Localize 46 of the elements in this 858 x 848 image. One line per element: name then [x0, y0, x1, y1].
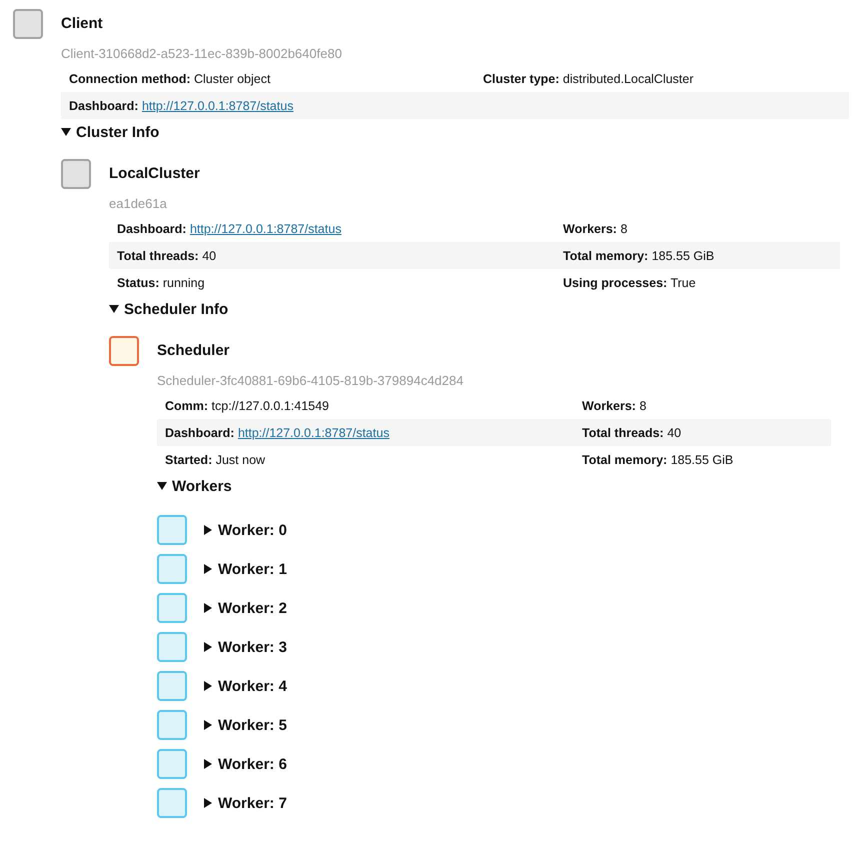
section-toggle[interactable]: Cluster Info [61, 119, 849, 145]
section-title: LocalCluster [109, 164, 201, 184]
section-toggle[interactable]: Worker: 2 [203, 595, 287, 621]
info-text: Dashboard: http://127.0.0.1:8787/status [68, 98, 294, 112]
square-icon [157, 515, 187, 545]
square-icon [61, 159, 91, 189]
id-text: ea1de61a [109, 195, 168, 213]
square-icon [157, 593, 187, 623]
square-icon [157, 749, 187, 779]
info-text: Started: Just now [164, 452, 266, 466]
info-text: Workers: 8 [581, 398, 648, 412]
info-text: Comm: tcp://127.0.0.1:41549 [164, 398, 330, 412]
square-icon [157, 671, 187, 701]
section-toggle[interactable]: Worker: 6 [203, 751, 287, 777]
section-toggle[interactable]: Worker: 3 [203, 634, 287, 660]
section-title: Scheduler [157, 341, 231, 361]
section-toggle[interactable]: Worker: 4 [203, 673, 287, 699]
section-toggle[interactable]: Worker: 7 [203, 790, 287, 816]
square-icon [109, 336, 139, 366]
info-text: Dashboard: http://127.0.0.1:8787/status [164, 426, 390, 440]
info-text: Workers: 8 [562, 222, 628, 236]
info-text: Dashboard: http://127.0.0.1:8787/status [116, 222, 342, 236]
section-toggle[interactable]: Scheduler Info [109, 296, 840, 322]
square-icon [157, 632, 187, 662]
info-text: Total memory: 185.55 GiB [562, 248, 716, 262]
info-text: Cluster type: distributed.LocalCluster [482, 72, 695, 86]
square-icon [157, 788, 187, 818]
section-toggle[interactable]: Workers [157, 473, 831, 499]
section-toggle[interactable]: Worker: 1 [203, 556, 287, 582]
section-toggle[interactable]: Worker: 0 [203, 517, 287, 543]
dashboard-link[interactable]: http://127.0.0.1:8787/status [190, 222, 342, 236]
square-icon [157, 554, 187, 584]
info-text: Using processes: True [562, 276, 697, 290]
info-text: Total threads: 40 [116, 248, 218, 262]
section-toggle[interactable]: Worker: 5 [203, 712, 287, 738]
square-icon [13, 9, 43, 39]
square-icon [157, 710, 187, 740]
id-text: Scheduler-3fc40881-69b6-4105-819b-379894c4d284 [157, 372, 464, 390]
section-title: Client [61, 14, 104, 34]
dashboard-link[interactable]: http://127.0.0.1:8787/status [142, 98, 294, 112]
info-text: Status: running [116, 276, 206, 290]
info-text: Total threads: 40 [581, 426, 682, 440]
info-text: Connection method: Cluster object [68, 72, 272, 86]
id-text: Client-310668d2-a523-11ec-839b-8002b640fe80 [61, 45, 343, 63]
info-text: Total memory: 185.55 GiB [581, 452, 734, 466]
dashboard-link[interactable]: http://127.0.0.1:8787/status [238, 426, 390, 440]
